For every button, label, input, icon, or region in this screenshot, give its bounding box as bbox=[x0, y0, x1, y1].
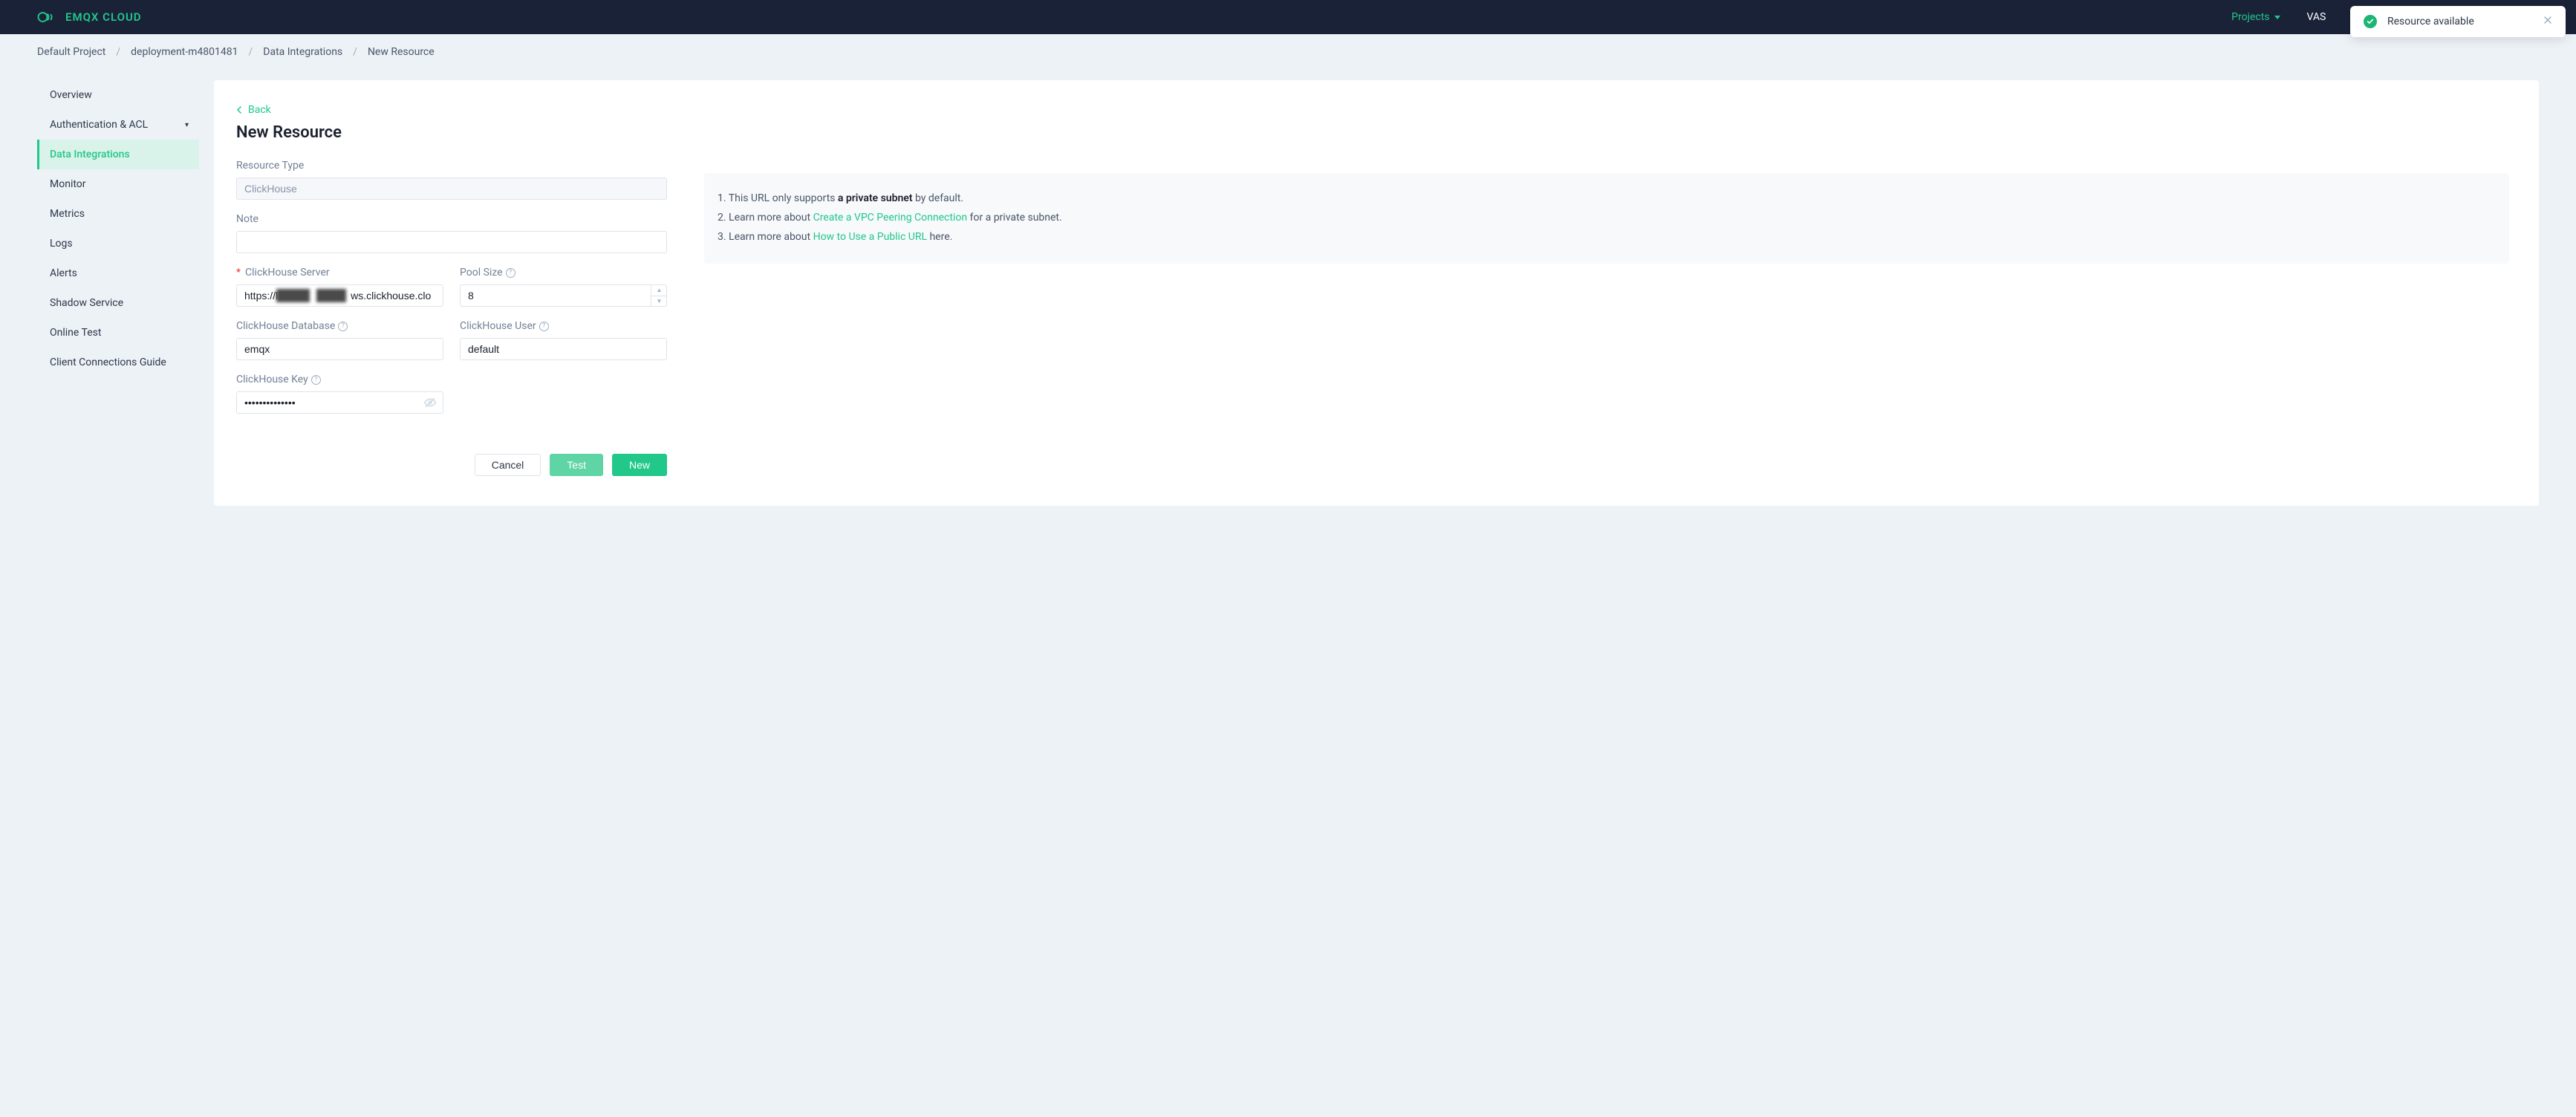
top-nav: EMQX CLOUD Projects VAS Subaccounts Bill… bbox=[0, 0, 2576, 34]
toast-close-button[interactable] bbox=[2543, 16, 2552, 27]
back-link[interactable]: Back bbox=[236, 104, 271, 116]
input-clickhouse-user[interactable] bbox=[460, 338, 667, 360]
label-pool-size: Pool Size ? bbox=[460, 267, 667, 279]
check-circle-icon bbox=[2364, 15, 2377, 28]
label-database: ClickHouse Database ? bbox=[236, 320, 443, 332]
main-card: Back New Resource Resource Type Note * bbox=[214, 80, 2539, 506]
input-note[interactable] bbox=[236, 231, 667, 253]
sidebar-item-auth[interactable]: Authentication & ACL ▾ bbox=[37, 110, 199, 140]
new-button[interactable]: New bbox=[612, 454, 667, 476]
input-clickhouse-key[interactable] bbox=[236, 391, 443, 414]
breadcrumb-deployment[interactable]: deployment-m4801481 bbox=[131, 46, 238, 58]
caret-down-icon bbox=[2274, 16, 2280, 19]
sidebar: Overview Authentication & ACL ▾ Data Int… bbox=[37, 80, 199, 377]
label-server: * ClickHouse Server bbox=[236, 267, 443, 279]
test-button[interactable]: Test bbox=[550, 454, 603, 476]
toast-message: Resource available bbox=[2387, 16, 2533, 27]
sidebar-item-monitor[interactable]: Monitor bbox=[37, 169, 199, 199]
label-resource-type: Resource Type bbox=[236, 160, 667, 172]
link-vpc-peering[interactable]: Create a VPC Peering Connection bbox=[813, 212, 967, 224]
link-public-url[interactable]: How to Use a Public URL bbox=[813, 231, 927, 243]
nav-vas[interactable]: VAS bbox=[2307, 11, 2326, 23]
cancel-button[interactable]: Cancel bbox=[475, 454, 541, 476]
brand-logo[interactable]: EMQX CLOUD bbox=[37, 10, 142, 25]
caret-down-icon: ▾ bbox=[185, 121, 189, 129]
form-area: Resource Type Note * ClickHouse Server bbox=[236, 160, 667, 476]
logo-icon bbox=[37, 10, 59, 25]
stepper-up[interactable]: ▲ bbox=[651, 284, 667, 296]
sidebar-item-data-integrations[interactable]: Data Integrations bbox=[37, 140, 199, 169]
sidebar-item-shadow[interactable]: Shadow Service bbox=[37, 288, 199, 318]
stepper-down[interactable]: ▼ bbox=[651, 296, 667, 307]
help-icon[interactable]: ? bbox=[338, 322, 348, 331]
label-user: ClickHouse User ? bbox=[460, 320, 667, 332]
label-note: Note bbox=[236, 213, 667, 225]
breadcrumb-project[interactable]: Default Project bbox=[37, 46, 105, 58]
breadcrumb: Default Project / deployment-m4801481 / … bbox=[0, 34, 2576, 65]
sidebar-item-metrics[interactable]: Metrics bbox=[37, 199, 199, 229]
brand-text: EMQX CLOUD bbox=[65, 10, 142, 24]
breadcrumb-current: New Resource bbox=[368, 46, 435, 58]
eye-toggle-icon[interactable] bbox=[424, 397, 436, 408]
breadcrumb-section[interactable]: Data Integrations bbox=[263, 46, 342, 58]
help-icon[interactable]: ? bbox=[311, 375, 321, 385]
toast-resource-available: Resource available bbox=[2350, 6, 2566, 37]
input-resource-type bbox=[236, 178, 667, 200]
back-label: Back bbox=[248, 104, 271, 116]
sidebar-item-overview[interactable]: Overview bbox=[37, 80, 199, 110]
help-icon[interactable]: ? bbox=[539, 322, 549, 331]
help-icon[interactable]: ? bbox=[506, 268, 515, 278]
nav-projects[interactable]: Projects bbox=[2231, 11, 2280, 23]
sidebar-item-logs[interactable]: Logs bbox=[37, 229, 199, 258]
sidebar-item-online-test[interactable]: Online Test bbox=[37, 318, 199, 348]
label-key: ClickHouse Key ? bbox=[236, 374, 443, 385]
sidebar-item-ccg[interactable]: Client Connections Guide bbox=[37, 348, 199, 377]
sidebar-item-alerts[interactable]: Alerts bbox=[37, 258, 199, 288]
nav-projects-label: Projects bbox=[2231, 11, 2269, 23]
input-clickhouse-database[interactable] bbox=[236, 338, 443, 360]
page-title: New Resource bbox=[236, 123, 2517, 142]
redacted-segment bbox=[276, 289, 310, 302]
info-panel: 1. This URL only supports a private subn… bbox=[704, 173, 2509, 264]
input-pool-size[interactable] bbox=[460, 284, 667, 307]
redacted-segment bbox=[316, 289, 346, 302]
